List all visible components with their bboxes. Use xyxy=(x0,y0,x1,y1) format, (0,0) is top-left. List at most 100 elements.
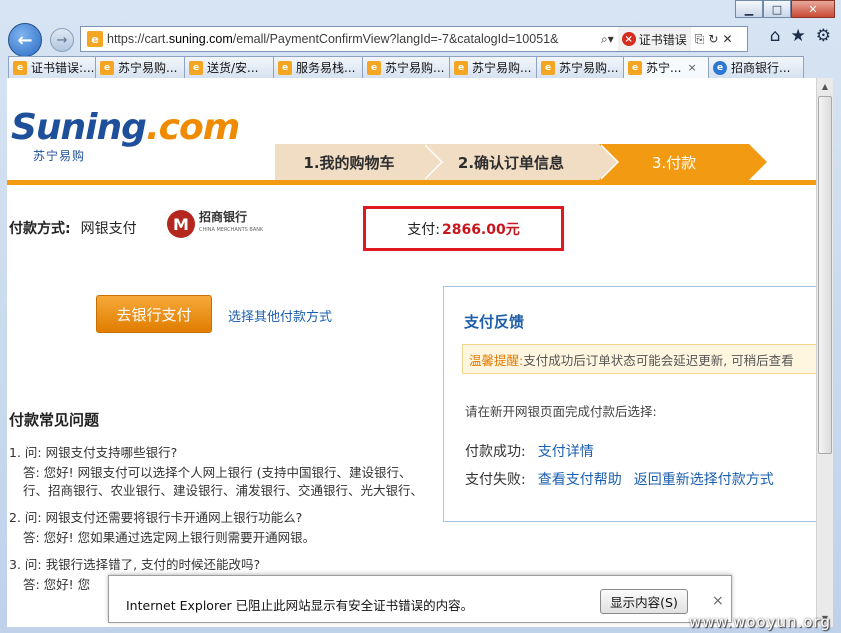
home-icon[interactable]: ⌂ xyxy=(770,26,781,46)
payment-details-link[interactable]: 支付详情 xyxy=(538,441,594,461)
address-bar[interactable]: e https://cart.suning.com/emall/PaymentC… xyxy=(80,26,748,52)
tab-label: 苏宁易购... xyxy=(472,61,532,75)
browser-tab[interactable]: e 证书错误:... xyxy=(8,56,96,78)
browser-tab[interactable]: e 送货/安... xyxy=(184,56,274,78)
browser-tab[interactable]: e 苏宁易购... xyxy=(95,56,185,78)
amount-value: 2866.00元 xyxy=(441,221,520,238)
tab-label: 证书错误:... xyxy=(31,61,95,75)
browser-tab[interactable]: e 苏宁易购... xyxy=(362,56,450,78)
payment-failure-row: 支付失败: 查看支付帮助 返回重新选择付款方式 xyxy=(465,469,774,489)
forward-button[interactable]: → xyxy=(50,28,74,52)
page-favicon-icon: e xyxy=(13,60,27,75)
window-caption-buttons: ▁ □ ✕ xyxy=(735,0,835,18)
checkout-steps: 1.我的购物车 2.确认订单信息 3.付款 xyxy=(275,144,767,180)
tab-label: 苏宁... xyxy=(646,61,682,75)
cmb-logo-icon: M xyxy=(167,210,195,238)
page-favicon-icon: e xyxy=(100,60,114,75)
suning-logo[interactable]: Suning.com 苏宁易购 xyxy=(11,109,240,164)
tab-label: 服务易栈... xyxy=(296,61,356,75)
payment-method-value: 网银支付 xyxy=(80,221,137,237)
faq-answer: 行、招商银行、农业银行、建设银行、浦发银行、交通银行、光大银行、 xyxy=(23,483,424,498)
header-divider xyxy=(7,180,816,185)
tab-label: 送货/安... xyxy=(207,61,259,75)
minimize-button[interactable]: ▁ xyxy=(735,0,763,18)
feedback-tip: 温馨提醒: 支付成功后订单状态可能会延迟更新, 可稍后查看 xyxy=(462,344,816,374)
navigation-bar: ← → e https://cart.suning.com/emall/Paym… xyxy=(0,22,841,57)
tab-label: 招商银行... xyxy=(731,61,791,75)
faq-title: 付款常见问题 xyxy=(9,411,100,429)
maximize-button[interactable]: □ xyxy=(763,0,791,18)
faq-answer: 答: 您好! 网银支付可以选择个人网上银行 (支持中国银行、建设银行、 xyxy=(23,465,412,480)
browser-tab[interactable]: e 招商银行... xyxy=(708,56,804,78)
page-favicon-icon: e xyxy=(189,60,203,75)
browser-toolbar-right: ⌂ ★ ⚙ xyxy=(770,26,831,46)
page-favicon-icon: e xyxy=(367,60,381,75)
choose-other-payment-link[interactable]: 选择其他付款方式 xyxy=(228,306,332,325)
scroll-up-icon[interactable]: ▲ xyxy=(817,78,833,95)
feedback-title: 支付反馈 xyxy=(464,313,525,331)
favorites-star-icon[interactable]: ★ xyxy=(791,26,806,46)
forward-arrow-icon: → xyxy=(56,32,68,48)
bank-name-en: CHINA MERCHANTS BANK xyxy=(199,227,264,233)
amount-label: 支付: xyxy=(407,221,440,238)
faq-item: 1. 问: 网银支付支持哪些银行? 答: 您好! 网银支付可以选择个人网上银行 (… xyxy=(9,444,439,500)
step-confirm-order: 2.确认订单信息 xyxy=(423,144,619,180)
page-viewport: Suning.com 苏宁易购 1.我的购物车 2.确认订单信息 3.付款 付款… xyxy=(7,78,816,627)
success-label: 付款成功: xyxy=(465,444,526,460)
refresh-icon[interactable]: ↻ xyxy=(708,32,718,46)
payment-help-link[interactable]: 查看支付帮助 xyxy=(538,469,622,489)
payment-feedback-panel: 支付反馈 温馨提醒: 支付成功后订单状态可能会延迟更新, 可稍后查看 请在新开网… xyxy=(443,286,816,522)
faq-question: 3. 问: 我银行选择错了, 支付的时候还能改吗? xyxy=(9,557,261,572)
tip-label: 温馨提醒: xyxy=(469,352,524,368)
payment-success-row: 付款成功: 支付详情 xyxy=(465,441,594,461)
ie-page-icon: e xyxy=(713,60,727,75)
logo-subtitle: 苏宁易购 xyxy=(33,149,86,163)
fail-label: 支付失败: xyxy=(465,472,526,488)
browser-window: ▁ □ ✕ ← → e https://cart.suning.com/emal… xyxy=(0,0,841,633)
address-url[interactable]: https://cart.suning.com/emall/PaymentCon… xyxy=(107,32,597,46)
faq-item: 2. 问: 网银支付还需要将银行卡开通网上银行功能么? 答: 您好! 您如果通过选… xyxy=(9,509,439,547)
payment-method: 付款方式: 网银支付 xyxy=(9,218,137,238)
show-content-button[interactable]: 显示内容(S) xyxy=(600,589,688,614)
certificate-error-label: 证书错误 xyxy=(638,32,687,47)
reselect-payment-link[interactable]: 返回重新选择付款方式 xyxy=(634,469,774,489)
page-favicon-icon: e xyxy=(541,60,555,75)
browser-tab[interactable]: e 苏宁... × xyxy=(623,56,709,78)
tools-gear-icon[interactable]: ⚙ xyxy=(816,26,831,46)
close-window-button[interactable]: ✕ xyxy=(791,0,835,18)
tab-label: 苏宁易购... xyxy=(118,61,178,75)
stop-icon[interactable]: ✕ xyxy=(722,32,732,46)
site-favicon-icon: e xyxy=(87,31,103,47)
step-cart: 1.我的购物车 xyxy=(275,144,443,180)
tab-bar: e 证书错误:... e 苏宁易购... e 送货/安... e 服务易栈... e 苏宁易购..… xyxy=(0,56,841,78)
tab-label: 苏宁易购... xyxy=(559,61,619,75)
step-payment: 3.付款 xyxy=(599,144,767,180)
browser-tab[interactable]: e 苏宁易购... xyxy=(536,56,624,78)
browser-tab[interactable]: e 服务易栈... xyxy=(273,56,363,78)
payment-method-label: 付款方式: xyxy=(9,221,71,237)
page-favicon-icon: e xyxy=(278,60,292,75)
faq-answer: 答: 您好! 您如果通过选定网上银行则需要开通网银。 xyxy=(23,530,316,545)
certificate-error-icon: × xyxy=(621,32,636,46)
page-favicon-icon: e xyxy=(628,60,642,75)
page-favicon-icon: e xyxy=(454,60,468,75)
cmb-bank-logo: M 招商银行 CHINA MERCHANTS BANK xyxy=(167,210,263,238)
certificate-error-button[interactable]: × 证书错误 xyxy=(617,27,691,51)
back-button[interactable]: ← xyxy=(8,23,42,57)
compatibility-view-icon[interactable]: ⎘ xyxy=(695,32,705,47)
address-tools: ⌕▾ × 证书错误 ⎘ ↻ ✕ xyxy=(601,27,733,51)
tab-label: 苏宁易购... xyxy=(385,61,445,75)
watermark: www.wooyun.org xyxy=(688,613,831,631)
payment-amount-box: 支付: 2866.00元 xyxy=(363,206,564,251)
bank-name: 招商银行 xyxy=(199,210,248,224)
go-to-bank-pay-button[interactable]: 去银行支付 xyxy=(96,295,212,333)
notification-close-icon[interactable]: × xyxy=(712,593,724,609)
scrollbar-thumb[interactable] xyxy=(818,96,832,454)
search-icon[interactable]: ⌕▾ xyxy=(601,32,614,47)
vertical-scrollbar[interactable]: ▲ ▼ xyxy=(816,78,833,627)
browser-tab[interactable]: e 苏宁易购... xyxy=(449,56,537,78)
faq-question: 1. 问: 网银支付支持哪些银行? xyxy=(9,445,178,460)
tab-close-icon[interactable]: × xyxy=(687,61,696,74)
feedback-prompt: 请在新开网银页面完成付款后选择: xyxy=(465,404,657,419)
back-arrow-icon: ← xyxy=(17,29,33,51)
